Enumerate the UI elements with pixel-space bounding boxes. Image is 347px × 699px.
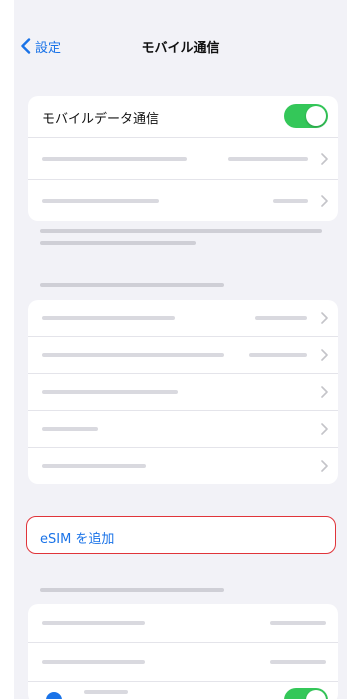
redacted-text xyxy=(42,390,178,394)
redacted-row[interactable] xyxy=(28,604,338,643)
redacted-row[interactable] xyxy=(28,374,338,411)
sim-icon xyxy=(46,692,62,699)
chevron-right-icon xyxy=(321,460,328,472)
sim-toggle[interactable] xyxy=(284,688,328,699)
section-header-line xyxy=(40,283,224,287)
cellular-data-group: モバイルデータ通信 xyxy=(28,96,338,221)
sim-group xyxy=(28,604,338,699)
chevron-right-icon xyxy=(321,349,328,361)
redacted-value xyxy=(249,353,307,357)
chevron-right-icon xyxy=(321,386,328,398)
section-footer-line xyxy=(40,229,322,233)
redacted-value xyxy=(270,621,326,625)
navigation-bar: 設定 モバイル通信 xyxy=(14,0,347,92)
redacted-row[interactable] xyxy=(28,300,338,337)
redacted-row[interactable] xyxy=(28,682,338,699)
redacted-value xyxy=(255,316,307,320)
mobile-data-label: モバイルデータ通信 xyxy=(42,112,160,127)
redacted-value xyxy=(273,199,308,203)
redacted-text xyxy=(42,199,159,203)
redacted-row[interactable] xyxy=(28,448,338,484)
settings-screen: 設定 モバイル通信 モバイルデータ通信 eSIM を追加 xyxy=(14,0,347,699)
mobile-data-toggle[interactable] xyxy=(284,104,328,128)
section-footer-line xyxy=(40,241,196,245)
chevron-right-icon xyxy=(321,195,328,207)
add-esim-button[interactable]: eSIM を追加 xyxy=(26,516,336,554)
chevron-right-icon xyxy=(321,312,328,324)
add-esim-label: eSIM を追加 xyxy=(40,532,115,547)
toggle-knob xyxy=(306,106,326,126)
page-title: モバイル通信 xyxy=(141,41,220,56)
redacted-text xyxy=(42,353,224,357)
redacted-row[interactable] xyxy=(28,337,338,374)
redacted-row[interactable] xyxy=(28,411,338,448)
redacted-text xyxy=(42,660,145,664)
redacted-text xyxy=(84,690,128,694)
chevron-right-icon xyxy=(321,423,328,435)
mobile-data-row: モバイルデータ通信 xyxy=(28,96,338,138)
redacted-row[interactable] xyxy=(28,180,338,221)
redacted-text xyxy=(42,157,187,161)
redacted-text xyxy=(42,316,175,320)
redacted-text xyxy=(42,621,145,625)
redacted-text xyxy=(42,427,98,431)
redacted-row[interactable] xyxy=(28,138,338,180)
redacted-row[interactable] xyxy=(28,643,338,682)
cellular-settings-group xyxy=(28,300,338,484)
redacted-value xyxy=(228,157,308,161)
redacted-value xyxy=(270,660,326,664)
chevron-right-icon xyxy=(321,153,328,165)
section-header-line xyxy=(40,588,224,592)
toggle-knob xyxy=(306,690,326,699)
redacted-text xyxy=(42,464,146,468)
